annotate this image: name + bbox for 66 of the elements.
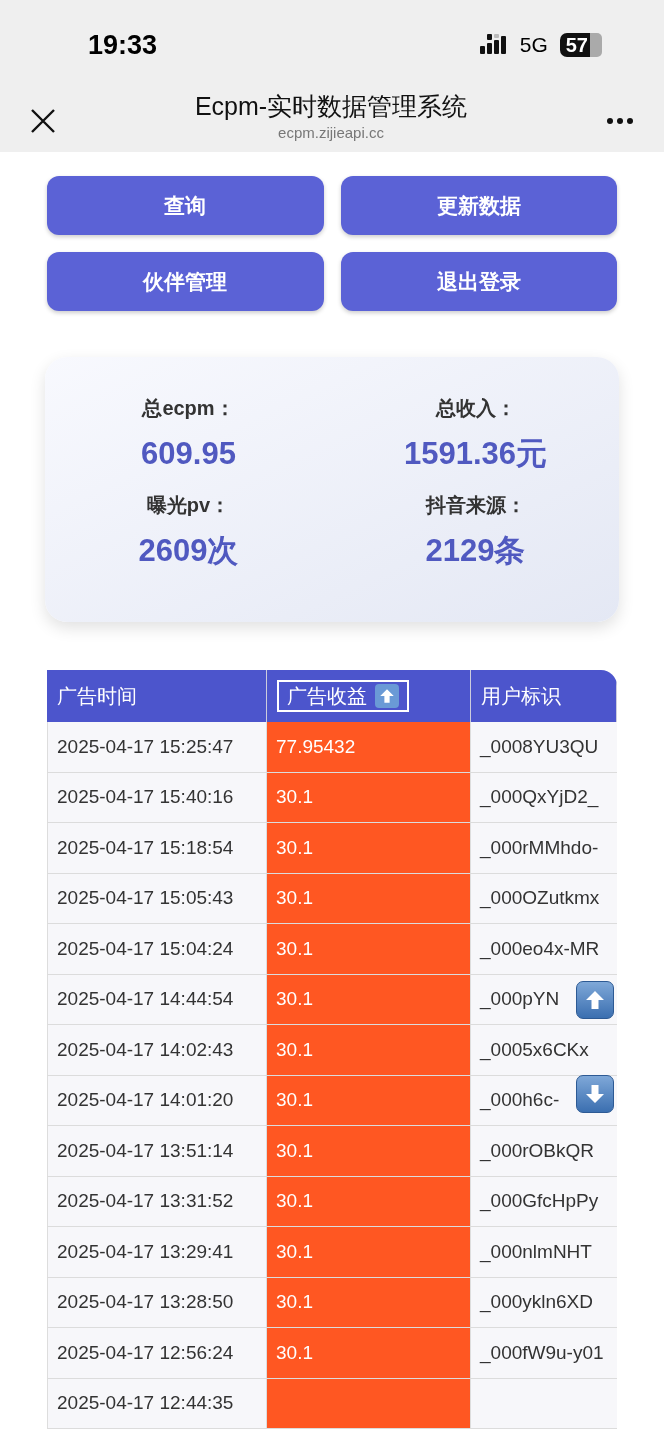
revenue-cell: 30.1 [267,1075,471,1125]
stat-value: 1591.36元 [403,435,548,473]
action-button[interactable]: 查询 [47,176,324,235]
battery-icon [590,33,604,57]
stat-label: 曝光pv： [146,492,231,518]
stat-label: 总收入： [435,396,516,421]
user-id-cell: _0008YU3QU [471,722,617,772]
user-id-cell: _000fW9u-y01 [471,1328,617,1378]
revenue-cell: 30.1 [267,823,471,873]
time-cell: 2025-04-17 13:28:50 [47,1277,267,1327]
status-time: 19:33 [88,28,158,62]
revenue-cell: 30.1 [267,1025,471,1075]
user-id-cell: _000GfcHpPy [471,1176,617,1226]
stat-value: 609.95 [141,435,236,473]
sort-header-button[interactable]: 广告收益 [277,680,409,712]
column-header: 用户标识 [481,684,561,709]
battery-indicator: 57 [559,33,590,57]
time-cell: 2025-04-17 13:29:41 [47,1227,267,1277]
revenue-cell: 30.1 [267,1277,471,1327]
revenue-cell: 30.1 [267,974,471,1024]
scroll-down-button[interactable] [576,1075,614,1113]
time-cell: 2025-04-17 12:44:35 [47,1378,267,1428]
scroll-up-button[interactable] [576,981,614,1019]
time-cell: 2025-04-17 15:18:54 [47,823,267,873]
close-icon[interactable] [30,108,56,134]
more-icon[interactable] [606,117,634,125]
user-id-cell: _000nlmNHT [471,1227,617,1277]
page-title: Ecpm-实时数据管理系统 [194,90,468,122]
revenue-cell: 30.1 [267,1227,471,1277]
revenue-cell: 30.1 [267,772,471,822]
time-cell: 2025-04-17 14:01:20 [47,1075,267,1125]
user-id-cell: _000QxYjD2_ [471,772,617,822]
revenue-cell: 77.95432 [267,722,471,772]
revenue-cell: 30.1 [267,1176,471,1226]
time-cell: 2025-04-17 13:31:52 [47,1176,267,1226]
sort-up-icon [375,684,399,708]
time-cell: 2025-04-17 15:05:43 [47,873,267,923]
network-label: 5G [519,32,548,59]
user-id-cell: _000ykln6XD [471,1277,617,1327]
page-url: ecpm.zijieapi.cc [278,122,384,143]
stat-label: 抖音来源： [425,492,526,518]
revenue-cell: 30.1 [267,1328,471,1378]
time-cell: 2025-04-17 14:02:43 [47,1025,267,1075]
time-cell: 2025-04-17 13:51:14 [47,1126,267,1176]
user-id-cell: _000OZutkmx [471,873,617,923]
stat-value: 2609次 [138,531,239,570]
action-button[interactable]: 退出登录 [340,252,617,311]
action-button[interactable]: 伙伴管理 [47,252,324,311]
revenue-cell: 30.1 [267,924,471,974]
time-cell: 2025-04-17 14:44:54 [47,974,267,1024]
revenue-cell: 30.1 [267,873,471,923]
arrow-down-icon [586,1085,604,1103]
user-id-cell: _000rOBkQR [471,1126,617,1176]
action-button[interactable]: 更新数据 [340,176,617,235]
arrow-up-icon [586,991,604,1009]
stat-value: 2129条 [425,531,526,570]
time-cell: 2025-04-17 15:04:24 [47,924,267,974]
time-cell: 2025-04-17 15:25:47 [47,722,267,772]
user-id-cell: _000eo4x-MR [471,924,617,974]
time-cell: 2025-04-17 12:56:24 [47,1328,267,1378]
revenue-cell: 30.1 [267,1126,471,1176]
user-id-cell: _000rMMhdo- [471,823,617,873]
user-id-cell: _0005x6CKx [471,1025,617,1075]
time-cell: 2025-04-17 15:40:16 [47,772,267,822]
column-header: 广告时间 [57,684,137,709]
stat-label: 总ecpm： [142,396,235,421]
